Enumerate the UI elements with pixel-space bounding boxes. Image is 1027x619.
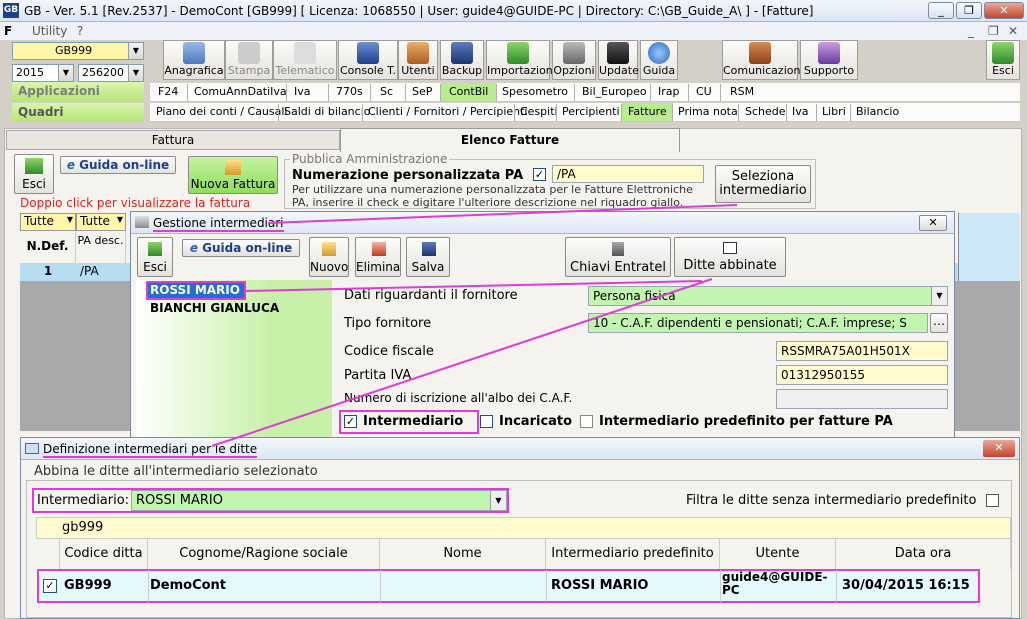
- arrow-ditte-to-definizione: [211, 278, 713, 447]
- arrow-seleziona-to-gestione: [267, 204, 738, 224]
- arrow-rossi-to-ditte: [245, 280, 703, 292]
- annotation-arrows: [211, 204, 738, 447]
